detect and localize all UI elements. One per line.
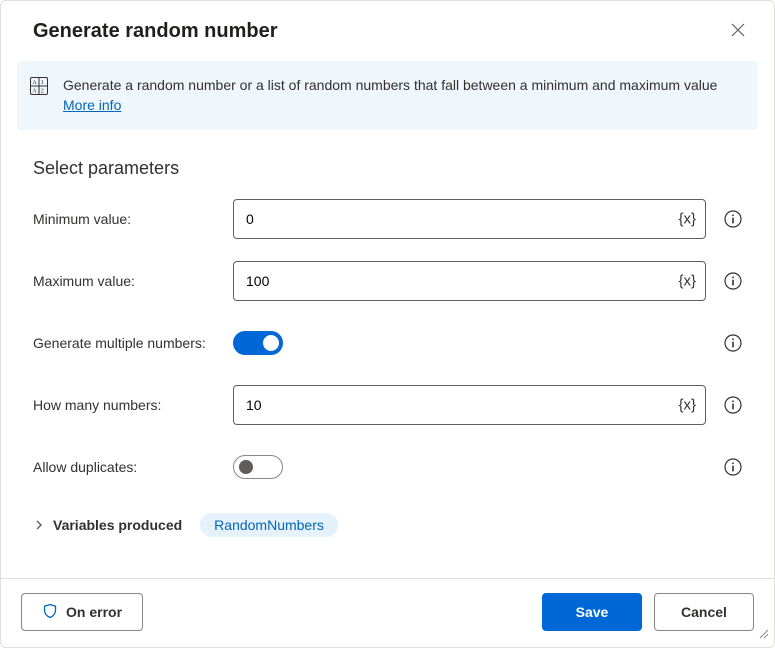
on-error-button[interactable]: On error [21,593,143,631]
save-button[interactable]: Save [542,593,642,631]
section-title: Select parameters [33,158,742,179]
banner-description: Generate a random number or a list of ra… [63,77,717,93]
info-icon[interactable] [714,396,742,414]
shield-icon [42,603,58,622]
field-label-minimum: Minimum value: [33,211,233,227]
maximum-input[interactable] [233,261,706,301]
count-input[interactable] [233,385,706,425]
info-icon[interactable] [714,210,742,228]
variables-produced-label: Variables produced [53,517,182,533]
dialog-header: Generate random number [1,1,774,61]
field-label-multiple: Generate multiple numbers: [33,335,233,351]
field-label-maximum: Maximum value: [33,273,233,289]
info-icon[interactable] [714,458,742,476]
variables-produced-row[interactable]: Variables produced RandomNumbers [1,513,774,553]
field-generate-multiple: Generate multiple numbers: [33,323,742,363]
chevron-right-icon [33,519,45,531]
action-icon: A 1 A 2 [29,76,49,99]
on-error-label: On error [66,604,122,620]
info-banner-text: Generate a random number or a list of ra… [63,75,742,116]
variable-picker-icon[interactable]: {x} [674,268,700,293]
field-label-count: How many numbers: [33,397,233,413]
dialog: Generate random number A 1 A 2 Generate … [0,0,775,648]
svg-text:A: A [32,80,37,86]
more-info-link[interactable]: More info [63,97,121,113]
dialog-title: Generate random number [33,20,278,43]
allow-duplicates-toggle[interactable] [233,455,283,479]
variable-picker-icon[interactable]: {x} [674,392,700,417]
variable-pill[interactable]: RandomNumbers [200,513,338,537]
svg-text:2: 2 [41,89,44,95]
info-icon[interactable] [714,334,742,352]
field-label-duplicates: Allow duplicates: [33,459,233,475]
generate-multiple-toggle[interactable] [233,331,283,355]
dialog-footer: On error Save Cancel [1,578,774,647]
svg-text:1: 1 [41,80,44,86]
field-count: How many numbers: {x} [33,385,742,425]
parameters-section: Select parameters Minimum value: {x} Max… [1,140,774,509]
field-maximum: Maximum value: {x} [33,261,742,301]
minimum-input[interactable] [233,199,706,239]
field-minimum: Minimum value: {x} [33,199,742,239]
variable-picker-icon[interactable]: {x} [674,206,700,231]
cancel-button[interactable]: Cancel [654,593,754,631]
info-icon[interactable] [714,272,742,290]
field-duplicates: Allow duplicates: [33,447,742,487]
svg-text:A: A [32,89,37,95]
close-icon [731,23,745,40]
info-banner: A 1 A 2 Generate a random number or a li… [17,61,758,130]
close-button[interactable] [722,15,754,47]
